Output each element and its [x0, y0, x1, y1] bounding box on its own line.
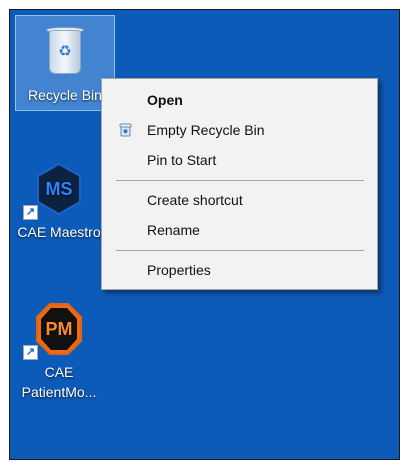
menu-separator — [116, 250, 364, 251]
desktop[interactable]: ♻ Recycle Bin MS ↗ CAE Maestro PM ↗ CAE … — [9, 9, 400, 460]
menu-item-create-shortcut[interactable]: Create shortcut — [102, 186, 377, 214]
menu-separator — [116, 180, 364, 181]
maestro-badge-text: MS — [46, 179, 73, 199]
patient-monitor-badge-text: PM — [46, 319, 73, 339]
screenshot-frame: ♻ Recycle Bin MS ↗ CAE Maestro PM ↗ CAE … — [0, 0, 405, 465]
shortcut-arrow-icon: ↗ — [23, 345, 38, 360]
context-menu: Open Empty Recycle Bin Pin to Start Crea… — [101, 78, 378, 290]
shortcut-arrow-icon: ↗ — [23, 205, 38, 220]
desktop-icon-recycle-bin[interactable]: ♻ Recycle Bin — [15, 15, 115, 111]
menu-item-properties[interactable]: Properties — [102, 256, 377, 284]
menu-item-open[interactable]: Open — [102, 86, 377, 114]
recycle-bin-small-icon — [119, 123, 132, 137]
desktop-icon-label: Recycle Bin — [28, 87, 102, 103]
menu-item-pin-to-start[interactable]: Pin to Start — [102, 146, 377, 174]
cae-patient-monitor-app-icon: PM ↗ — [23, 299, 89, 360]
recycle-symbol-icon: ♻ — [58, 43, 72, 60]
octagon-icon: PM — [36, 303, 82, 355]
menu-item-empty-recycle-bin[interactable]: Empty Recycle Bin — [102, 116, 377, 144]
desktop-icon-cae-maestro[interactable]: MS ↗ CAE Maestro — [10, 153, 108, 245]
menu-item-label: Empty Recycle Bin — [147, 122, 265, 138]
desktop-icon-label: CAE Maestro — [17, 224, 101, 240]
desktop-icon-cae-patient-monitor[interactable]: PM ↗ CAE PatientMo... — [10, 293, 108, 403]
desktop-icon-label-line-1: CAE — [44, 364, 74, 380]
cae-maestro-app-icon: MS ↗ — [23, 159, 89, 220]
desktop-icon-label-line-2: PatientMo... — [21, 384, 97, 400]
menu-item-rename[interactable]: Rename — [102, 216, 377, 244]
recycle-bin-icon: ♻ — [35, 22, 95, 82]
hexagon-icon: MS — [37, 162, 81, 216]
